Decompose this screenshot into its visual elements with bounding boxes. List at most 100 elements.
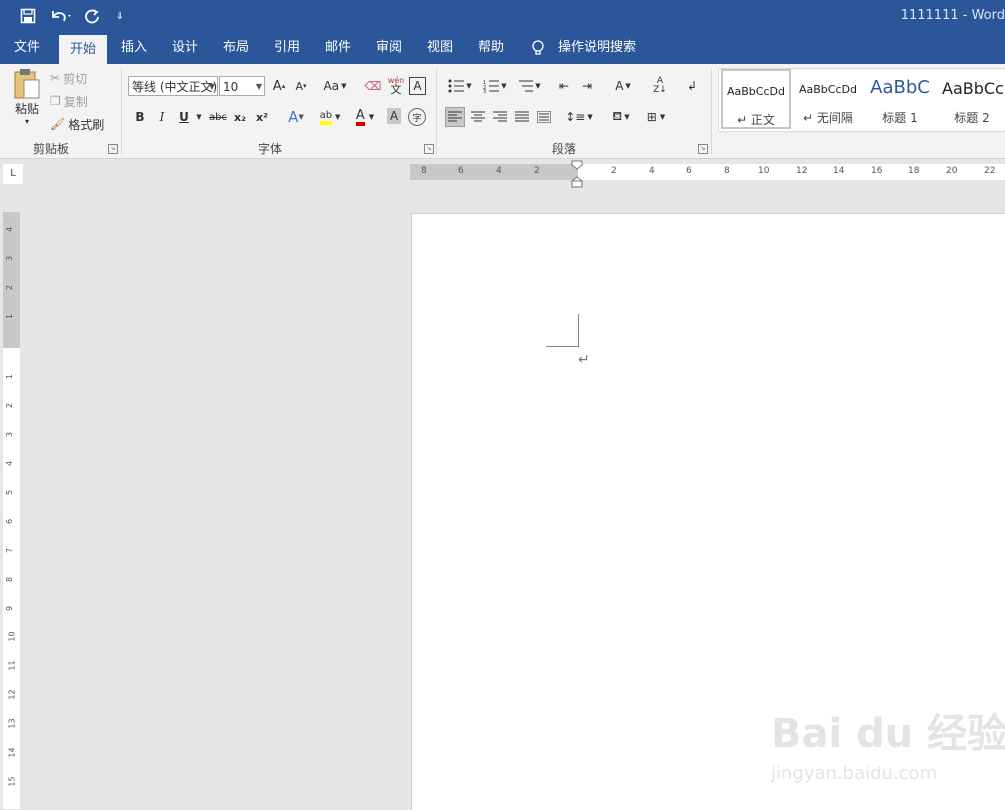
ruler-label: 1 — [5, 373, 15, 380]
ruler-label: 4 — [5, 226, 15, 233]
ruler-label: 4 — [5, 460, 15, 467]
copy-button[interactable]: ❐ 复制 — [50, 92, 88, 110]
paste-button[interactable]: 粘贴 ▾ — [8, 68, 46, 134]
customize-qat-icon[interactable]: ⇓ — [112, 6, 128, 26]
clear-formatting-icon[interactable]: ⌫ — [364, 77, 382, 95]
numbering-icon: 123 — [483, 80, 500, 93]
font-color-icon: A — [355, 109, 365, 126]
strikethrough-button[interactable]: abc — [208, 108, 228, 126]
clipboard-launcher-icon[interactable]: ↘ — [108, 144, 118, 154]
vertical-ruler[interactable]: 4 3 2 1 1 2 3 4 5 6 7 8 9 10 11 12 13 14… — [3, 212, 20, 809]
superscript-button[interactable]: x² — [254, 108, 270, 126]
redo-icon[interactable] — [82, 6, 102, 26]
align-right-button[interactable] — [490, 107, 510, 127]
sort-icon[interactable]: A Z↓ — [651, 76, 669, 96]
distributed-button[interactable] — [534, 107, 554, 127]
bold-button[interactable]: B — [133, 108, 147, 126]
shrink-font-icon[interactable]: A ▾ — [293, 77, 309, 95]
cut-label: 剪切 — [63, 71, 88, 86]
indent-marker[interactable] — [570, 160, 584, 188]
style-name: ↵ 无间隔 — [803, 111, 853, 125]
font-name-combo[interactable]: 等线 (中文正文) ▼ — [128, 76, 218, 96]
undo-icon[interactable] — [46, 6, 76, 26]
change-case-button[interactable]: Aa ▼ — [320, 77, 350, 95]
group-divider — [436, 68, 437, 154]
ruler-label: 2 — [611, 166, 617, 176]
character-shading-icon[interactable]: A — [387, 108, 401, 124]
decrease-indent-icon[interactable]: ⇤ — [555, 77, 573, 95]
ruler-label: 7 — [5, 547, 15, 554]
style-sample: AaBbC — [870, 77, 930, 98]
document-page[interactable]: ↵ Bai du 经验 jingyan.baidu.com — [411, 213, 1005, 810]
underline-button[interactable]: U — [177, 108, 191, 126]
style-heading-2[interactable]: AaBbCc 标题 2 — [937, 69, 1005, 129]
highlighter-icon: ab — [319, 110, 333, 125]
increase-indent-icon[interactable]: ⇥ — [578, 77, 596, 95]
font-launcher-icon[interactable]: ↘ — [424, 144, 434, 154]
enclose-characters-icon[interactable]: 字 — [408, 108, 426, 126]
subscript-button[interactable]: x₂ — [232, 108, 248, 126]
ruler-label: 3 — [5, 255, 15, 262]
ruler-label: 2 — [5, 402, 15, 409]
character-border-icon[interactable]: A — [409, 77, 426, 95]
watermark-logo: Bai du 经验 — [771, 711, 1005, 757]
font-size-combo[interactable]: 10 ▼ — [219, 76, 265, 96]
ruler-label: 8 — [5, 576, 15, 583]
tab-help[interactable]: 帮助 — [469, 32, 513, 64]
shading-button[interactable]: ⛾ ▼ — [606, 107, 636, 127]
ruler-label: 2 — [5, 284, 15, 291]
multilevel-list-icon — [519, 80, 534, 92]
tab-file[interactable]: 文件 — [0, 32, 54, 64]
tab-view[interactable]: 视图 — [418, 32, 462, 64]
multilevel-list-button[interactable]: ▼ — [515, 77, 543, 95]
paragraph-launcher-icon[interactable]: ↘ — [698, 144, 708, 154]
horizontal-ruler[interactable]: 8 6 4 2 2 4 6 8 10 12 14 16 18 20 22 — [410, 164, 1005, 180]
styles-gallery: AaBbCcDd ↵ 正文 AaBbCcDd ↵ 无间隔 AaBbC 标题 1 … — [718, 68, 1005, 132]
text-effects-icon[interactable]: A ▼ — [284, 108, 308, 126]
tab-stop-selector[interactable]: L — [3, 164, 23, 184]
tab-references[interactable]: 引用 — [265, 32, 309, 64]
tab-layout[interactable]: 布局 — [214, 32, 258, 64]
justify-button[interactable] — [512, 107, 532, 127]
underline-dropdown-icon[interactable]: ▼ — [195, 108, 203, 126]
numbering-button[interactable]: 1 2 3 ▼ — [481, 77, 509, 95]
chinese-layout-button[interactable]: A ▼ — [609, 77, 637, 95]
line-spacing-icon: ↕≡ — [565, 110, 586, 124]
show-marks-icon[interactable]: ↲ — [684, 77, 700, 95]
line-spacing-button[interactable]: ↕≡ ▼ — [564, 107, 594, 127]
ruler-label: 22 — [984, 166, 996, 176]
ruler-label: 4 — [649, 166, 655, 176]
ruler-margin — [410, 164, 578, 180]
grow-font-icon[interactable]: A ▴ — [271, 77, 287, 95]
save-icon[interactable] — [18, 6, 38, 26]
style-no-spacing[interactable]: AaBbCcDd ↵ 无间隔 — [793, 69, 863, 129]
cut-button[interactable]: ✂ 剪切 — [50, 69, 87, 87]
align-center-button[interactable] — [468, 107, 488, 127]
style-name: ↵ 正文 — [737, 113, 775, 127]
tab-insert[interactable]: 插入 — [112, 32, 156, 64]
tab-review[interactable]: 审阅 — [367, 32, 411, 64]
bullets-button[interactable]: ▼ — [446, 77, 474, 95]
format-painter-button[interactable]: 🖌 格式刷 — [50, 115, 104, 133]
copy-label: 复制 — [63, 94, 88, 109]
tab-design[interactable]: 设计 — [163, 32, 207, 64]
tell-me-search[interactable]: 操作说明搜索 — [530, 32, 636, 64]
style-normal[interactable]: AaBbCcDd ↵ 正文 — [721, 69, 791, 129]
style-heading-1[interactable]: AaBbC 标题 1 — [865, 69, 935, 129]
align-left-button[interactable] — [445, 107, 465, 127]
borders-button[interactable]: ⊞ ▼ — [641, 107, 671, 127]
title-bar: ⇓ 1111111 - Word — [0, 0, 1005, 32]
chevron-down-icon: ▼ — [368, 113, 375, 121]
highlight-color-button[interactable]: ab ▼ — [316, 108, 344, 126]
ruler-label: 14 — [833, 166, 845, 176]
tab-home[interactable]: 开始 — [59, 35, 107, 64]
tab-mailings[interactable]: 邮件 — [316, 32, 360, 64]
chevron-down-icon: ▼ — [624, 113, 630, 121]
ruler-label: 6 — [458, 166, 464, 176]
ruler-label: 3 — [5, 431, 15, 438]
italic-button[interactable]: I — [155, 108, 169, 126]
ruler-label: 10 — [7, 631, 17, 642]
ruler-label: 2 — [534, 166, 540, 176]
font-color-button[interactable]: A ▼ — [350, 108, 380, 126]
phonetic-guide-button[interactable]: wén 文 — [385, 74, 407, 96]
